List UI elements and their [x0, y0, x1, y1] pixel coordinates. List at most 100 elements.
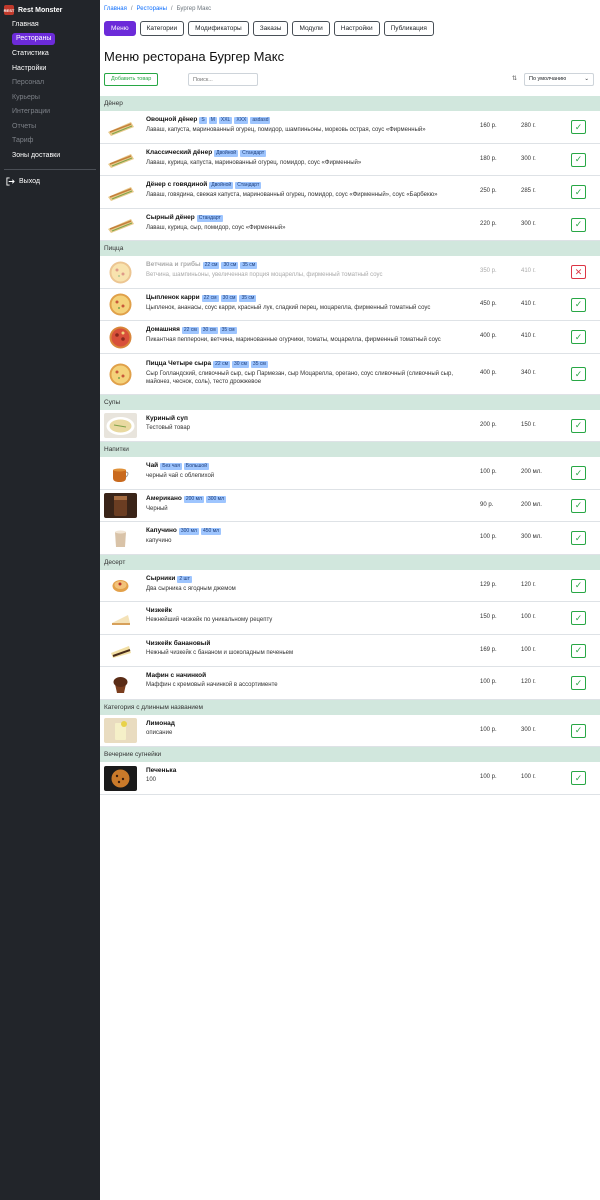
item-weight: 100 г.: [521, 614, 536, 621]
enabled-toggle[interactable]: ✓: [571, 643, 586, 658]
brand[interactable]: REST Rest Monster: [0, 0, 100, 16]
enabled-toggle[interactable]: ✓: [571, 676, 586, 691]
logout-label: Выход: [19, 177, 40, 185]
tab[interactable]: Модули: [292, 21, 330, 36]
sidebar-item[interactable]: Курьеры: [4, 91, 96, 106]
enabled-toggle[interactable]: ✓: [571, 120, 586, 135]
sidebar-item[interactable]: Настройки: [4, 62, 96, 77]
item-name[interactable]: Чай: [146, 462, 158, 469]
enabled-toggle[interactable]: ✓: [571, 297, 586, 312]
disabled-toggle[interactable]: ✕: [571, 265, 586, 280]
tab[interactable]: Заказы: [252, 21, 289, 36]
menu-item-row[interactable]: Пицца Четыре сыра 22 см 30 см 35 см Сыр Голл…: [100, 354, 600, 395]
menu-item-row[interactable]: Чизкейк банановый Нежный чизкейк с банано…: [100, 635, 600, 667]
sidebar-item[interactable]: Персонал: [4, 76, 96, 91]
sidebar-item[interactable]: Отчеты: [4, 120, 96, 135]
item-name-line: Чизкейк банановый: [146, 640, 476, 647]
menu-item-row[interactable]: Цыпленок карри 22 см 30 см 35 см Цыпленок, а…: [100, 289, 600, 321]
search-input[interactable]: [188, 73, 258, 86]
item-size-badge: 30 см: [220, 294, 238, 302]
item-name-line: Цыпленок карри 22 см 30 см 35 см: [146, 294, 476, 302]
enabled-toggle[interactable]: ✓: [571, 217, 586, 232]
menu-item-row[interactable]: Домашняя 22 см 30 см 35 см Пикантная пепперо…: [100, 321, 600, 354]
menu-item-row[interactable]: Куриный суп Тестовый товар 200 р. 150 г. ✓: [100, 410, 600, 442]
item-name[interactable]: Ветчина и грибы: [146, 261, 201, 268]
menu-item-row[interactable]: Чизкейк Нежнейший чизкейк по уникальному …: [100, 602, 600, 635]
item-name[interactable]: Чизкейк: [146, 607, 172, 614]
sidebar-item[interactable]: Главная: [4, 18, 96, 33]
logout-button[interactable]: Выход: [0, 174, 100, 188]
breadcrumb-home[interactable]: Главная: [104, 6, 127, 12]
item-size-badge: XXL: [218, 117, 233, 124]
menu-item-row[interactable]: Американо 200 мл 300 мл Черный 90 р. 200 мл. ✓: [100, 490, 600, 522]
item-name[interactable]: Пицца Четыре сыра: [146, 360, 211, 367]
item-name[interactable]: Печенька: [146, 767, 176, 774]
item-weight: 410 г.: [521, 300, 536, 307]
sidebar-item[interactable]: Рестораны: [12, 32, 56, 45]
item-name[interactable]: Сырники: [146, 575, 175, 582]
item-name[interactable]: Чизкейк банановый: [146, 640, 210, 647]
main-content: Главная / Рестораны / Бургер Макс Меню Катего…: [100, 0, 600, 1200]
enabled-toggle[interactable]: ✓: [571, 531, 586, 546]
tab[interactable]: Модификаторы: [188, 21, 249, 36]
item-price: 100 р.: [480, 469, 497, 476]
sidebar-item[interactable]: Зоны доставки: [4, 149, 96, 164]
sort-select[interactable]: По умолчанию ⌄: [524, 73, 594, 86]
menu-item-row[interactable]: Дёнер с говядиной Двойной Стандарт Лаваш, г…: [100, 176, 600, 209]
menu-item-row[interactable]: Мафин с начинкой Маффин с кремовый начинк…: [100, 667, 600, 700]
enabled-toggle[interactable]: ✓: [571, 418, 586, 433]
item-size-badge: 35 см: [240, 262, 258, 269]
enabled-toggle[interactable]: ✓: [571, 466, 586, 481]
item-image: [104, 765, 137, 791]
item-name[interactable]: Мафин с начинкой: [146, 672, 206, 679]
breadcrumb-restaurants[interactable]: Рестораны: [137, 6, 167, 12]
tab[interactable]: Публикация: [383, 21, 434, 36]
sidebar-item[interactable]: Статистика: [4, 47, 96, 62]
item-image: [104, 573, 137, 599]
item-info: Пицца Четыре сыра 22 см 30 см 35 см Сыр Голл…: [146, 360, 476, 386]
enabled-toggle[interactable]: ✓: [571, 367, 586, 381]
enabled-toggle[interactable]: ✓: [571, 498, 586, 513]
menu-item-row[interactable]: Сырный дёнер Стандарт Лаваш, курица, сыр, …: [100, 209, 600, 241]
enabled-toggle[interactable]: ✓: [571, 152, 586, 167]
item-name-line: Печенька: [146, 767, 476, 774]
menu-item-row[interactable]: Капучино 300 мл 450 мл капучино 100 р. 300 мл…: [100, 522, 600, 555]
menu-item-row[interactable]: Печенька 100 100 р. 100 г. ✓: [100, 762, 600, 795]
item-description: Два сырника с ягодным джемом: [146, 585, 236, 592]
check-icon: ✓: [574, 331, 583, 342]
item-price: 90 р.: [480, 501, 494, 508]
enabled-toggle[interactable]: ✓: [571, 330, 586, 345]
item-name[interactable]: Сырный дёнер: [146, 214, 195, 221]
item-name[interactable]: Цыпленок карри: [146, 294, 200, 301]
item-name[interactable]: Куриный суп: [146, 415, 188, 422]
enabled-toggle[interactable]: ✓: [571, 578, 586, 593]
enabled-toggle[interactable]: ✓: [571, 185, 586, 200]
add-item-button[interactable]: Добавить товар: [104, 73, 159, 86]
item-name[interactable]: Лимонад: [146, 720, 175, 727]
sidebar-item[interactable]: Интеграции: [4, 105, 96, 120]
tab[interactable]: Меню: [104, 21, 136, 36]
sidebar-nav: Главная Рестораны Статистика Настройки Персо…: [0, 18, 100, 163]
menu-item-row[interactable]: Ветчина и грибы 22 см 30 см 35 см Ветчина, ш…: [100, 256, 600, 289]
tab[interactable]: Категории: [139, 21, 185, 36]
tab[interactable]: Настройки: [333, 21, 380, 36]
item-name[interactable]: Классический дёнер: [146, 149, 212, 156]
item-name[interactable]: Американо: [146, 495, 182, 502]
item-info: Сырники 2 шт Два сырника с ягодным джемом: [146, 575, 476, 593]
item-name[interactable]: Овощной дёнер: [146, 116, 197, 123]
sidebar-item[interactable]: Тариф: [4, 134, 96, 149]
sidebar: REST Rest Monster Главная Рестораны Статис…: [0, 0, 100, 1200]
item-name[interactable]: Капучино: [146, 527, 177, 534]
menu-item-row[interactable]: Классический дёнер Двойной Стандарт Лаваш, …: [100, 144, 600, 176]
enabled-toggle[interactable]: ✓: [571, 771, 586, 786]
menu-item-row[interactable]: Лимонад описание 100 р. 300 г. ✓: [100, 715, 600, 747]
menu-item-row[interactable]: Сырники 2 шт Два сырника с ягодным джемом 1…: [100, 570, 600, 602]
check-icon: ✓: [574, 580, 583, 591]
enabled-toggle[interactable]: ✓: [571, 611, 586, 626]
item-name[interactable]: Дёнер с говядиной: [146, 181, 207, 188]
item-name[interactable]: Домашняя: [146, 326, 180, 333]
menu-item-row[interactable]: Чай Без чая Большой черный чай с облепихой 1…: [100, 457, 600, 490]
item-name-line: Сырники 2 шт: [146, 575, 476, 583]
enabled-toggle[interactable]: ✓: [571, 723, 586, 738]
menu-item-row[interactable]: Овощной дёнер S M XXL XXX asdasd Лаваш, капуст…: [100, 111, 600, 144]
